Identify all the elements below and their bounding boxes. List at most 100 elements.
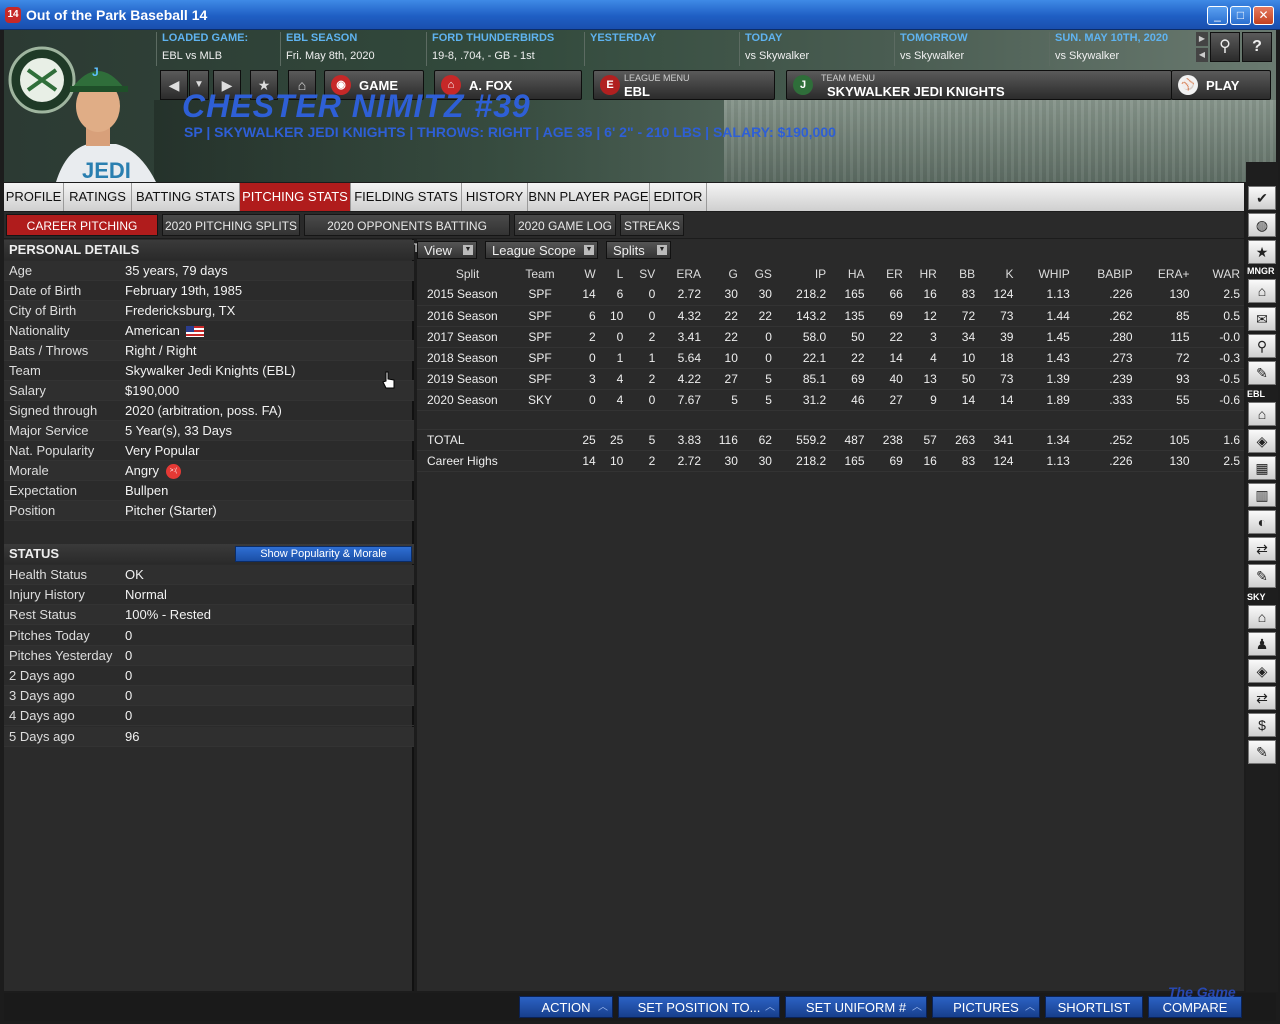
tab-history[interactable]: HISTORY: [462, 183, 528, 211]
play-button[interactable]: ⚾ PLAY: [1171, 70, 1271, 100]
set-position-button[interactable]: SET POSITION TO... ︿: [618, 996, 780, 1018]
column-header[interactable]: IP: [776, 263, 830, 284]
table-row[interactable]: Career Highs 14 10 2 2.72 30 30 218.2 165 69 16 83 1…: [417, 450, 1244, 472]
close-button[interactable]: ✕: [1253, 6, 1274, 25]
tab-bnn-player-page[interactable]: BNN PLAYER PAGE: [528, 183, 650, 211]
pictures-button[interactable]: PICTURES ︿: [932, 996, 1040, 1018]
table-row[interactable]: 2020 Season SKY 0 4 0 7.67 5 5 31.2 46 27 9 14 14 1.89…: [417, 389, 1244, 411]
league-menu-button[interactable]: E LEAGUE MENU EBL: [593, 70, 775, 100]
transfer-icon[interactable]: ⇄: [1248, 537, 1276, 561]
column-header[interactable]: HA: [830, 263, 868, 284]
column-header[interactable]: L: [600, 263, 628, 284]
column-header[interactable]: ERA+: [1137, 263, 1194, 284]
table-row[interactable]: TOTAL 25 25 5 3.83 116 62 559.2 487 238 57 263 341 1.…: [417, 429, 1244, 451]
column-header[interactable]: HR: [907, 263, 941, 284]
view-dropdown[interactable]: View ▼: [417, 241, 477, 259]
maximize-button[interactable]: □: [1230, 6, 1251, 25]
column-header[interactable]: SV: [627, 263, 659, 284]
player-icon[interactable]: ♟: [1248, 632, 1276, 656]
league-scope-dropdown[interactable]: League Scope ▼: [485, 241, 598, 259]
detail-label: Nationality: [9, 323, 70, 338]
home-icon[interactable]: ⌂: [1248, 402, 1276, 426]
diamond-icon[interactable]: ◈: [1248, 429, 1276, 453]
tab-pitching-stats[interactable]: PITCHING STATS: [240, 183, 351, 211]
detail-row: 5 Days ago 96: [4, 726, 414, 747]
column-header[interactable]: BB: [941, 263, 979, 284]
info-today[interactable]: TODAY vs Skywalker: [739, 32, 894, 66]
subtab-opponents-splits[interactable]: 2020 OPPONENTS BATTING SPLITS: [304, 214, 510, 255]
shortlist-button[interactable]: SHORTLIST: [1045, 996, 1143, 1018]
column-header[interactable]: Team: [512, 263, 572, 284]
column-header[interactable]: W: [572, 263, 600, 284]
set-uniform-button[interactable]: SET UNIFORM # ︿: [785, 996, 927, 1018]
globe-icon[interactable]: ◍: [1248, 213, 1276, 237]
table-cell: 2.5: [1193, 450, 1244, 472]
table-row[interactable]: 2017 Season SPF 2 0 2 3.41 22 0 58.0 50 22 3 34 39 1.4…: [417, 326, 1244, 348]
table-cell: [512, 429, 572, 451]
wrench-icon[interactable]: ✎: [1248, 361, 1276, 385]
scroll-right-icon[interactable]: ▶: [1196, 32, 1208, 46]
tab-fielding-stats[interactable]: FIELDING STATS: [351, 183, 462, 211]
splits-dropdown[interactable]: Splits ▼: [606, 241, 671, 259]
tab-batting-stats[interactable]: BATTING STATS: [132, 183, 240, 211]
column-header[interactable]: WAR: [1194, 263, 1245, 284]
detail-row: Major Service 5 Year(s), 33 Days: [4, 421, 414, 441]
transfer-icon[interactable]: ⇄: [1248, 686, 1276, 710]
wrench-icon[interactable]: ✎: [1248, 740, 1276, 764]
table-row[interactable]: 2018 Season SPF 0 1 1 5.64 10 0 22.1 22 14 4 10 18 1.4…: [417, 347, 1244, 369]
checkmark-icon[interactable]: ✔: [1248, 186, 1276, 210]
detail-value: Bullpen: [125, 483, 169, 498]
detail-row: Signed through 2020 (arbitration, poss. F…: [4, 401, 414, 421]
table-cell: -0.3: [1193, 347, 1244, 369]
home-icon[interactable]: ⌂: [1248, 605, 1276, 629]
column-header[interactable]: ERA: [659, 263, 705, 284]
show-popularity-button[interactable]: Show Popularity & Morale: [235, 546, 412, 562]
column-header[interactable]: Split: [417, 263, 512, 284]
column-header[interactable]: K: [979, 263, 1017, 284]
help-icon[interactable]: ?: [1242, 32, 1272, 62]
info-tomorrow[interactable]: TOMORROW vs Skywalker: [894, 32, 1049, 66]
home-icon[interactable]: ⌂: [1248, 279, 1276, 303]
info-yesterday[interactable]: YESTERDAY: [584, 32, 739, 66]
subtab-streaks[interactable]: STREAKS: [620, 214, 684, 236]
table-cell: 2016 Season: [417, 305, 512, 327]
detail-value[interactable]: Skywalker Jedi Knights (EBL): [125, 361, 296, 381]
column-header[interactable]: GS: [742, 263, 776, 284]
detail-row: Nat. Popularity Very Popular: [4, 441, 414, 461]
tab-ratings[interactable]: RATINGS: [64, 183, 132, 211]
detail-row: Age 35 years, 79 days: [4, 261, 414, 281]
column-header[interactable]: ER: [869, 263, 907, 284]
subtab-pitching-splits[interactable]: 2020 PITCHING SPLITS: [162, 214, 300, 236]
table-cell: 124: [979, 450, 1018, 472]
table-row[interactable]: 2016 Season SPF 6 10 0 4.32 22 22 143.2 135 69 12 72…: [417, 305, 1244, 327]
column-header[interactable]: G: [705, 263, 742, 284]
detail-row: Team Skywalker Jedi Knights (EBL): [4, 361, 414, 381]
grid-icon[interactable]: ▦: [1248, 456, 1276, 480]
search-icon[interactable]: ⚲: [1210, 32, 1240, 62]
bottom-toolbar: ACTION ︿ SET POSITION TO... ︿ SET UNIFORM …: [4, 993, 1276, 1021]
action-button[interactable]: ACTION ︿: [519, 996, 613, 1018]
tab-editor[interactable]: EDITOR: [650, 183, 707, 211]
column-header[interactable]: BABIP: [1074, 263, 1137, 284]
diamond-icon[interactable]: ◈: [1248, 659, 1276, 683]
minimize-button[interactable]: _: [1207, 6, 1228, 25]
table-row[interactable]: 2019 Season SPF 3 4 2 4.22 27 5 85.1 69 40 13 50 73 1.…: [417, 368, 1244, 390]
search-icon[interactable]: ⚲: [1248, 334, 1276, 358]
dollar-icon[interactable]: $: [1248, 713, 1276, 737]
star-icon[interactable]: ★: [1248, 240, 1276, 264]
scroll-left-icon[interactable]: ◀: [1196, 48, 1208, 62]
column-header[interactable]: WHIP: [1017, 263, 1073, 284]
svg-text:JEDI: JEDI: [82, 158, 131, 182]
subtab-game-log[interactable]: 2020 GAME LOG: [514, 214, 616, 236]
info-next-date[interactable]: SUN. MAY 10TH, 2020 vs Skywalker: [1049, 32, 1189, 66]
table-cell: 130: [1136, 284, 1194, 306]
stadium-background: [724, 100, 1276, 182]
wrench-icon[interactable]: ✎: [1248, 564, 1276, 588]
mail-icon[interactable]: ✉: [1248, 307, 1276, 331]
table-row[interactable]: 2015 Season SPF 14 6 0 2.72 30 30 218.2 165 66 16 83…: [417, 284, 1244, 306]
tab-profile[interactable]: PROFILE: [4, 183, 64, 211]
subtab-career-pitching[interactable]: CAREER PITCHING STATS: [6, 214, 158, 255]
baseball-icon[interactable]: ◐: [1248, 510, 1276, 534]
team-menu-button[interactable]: J TEAM MENU SKYWALKER JEDI KNIGHTS: [786, 70, 1172, 100]
bar-chart-icon[interactable]: ▥: [1248, 483, 1276, 507]
